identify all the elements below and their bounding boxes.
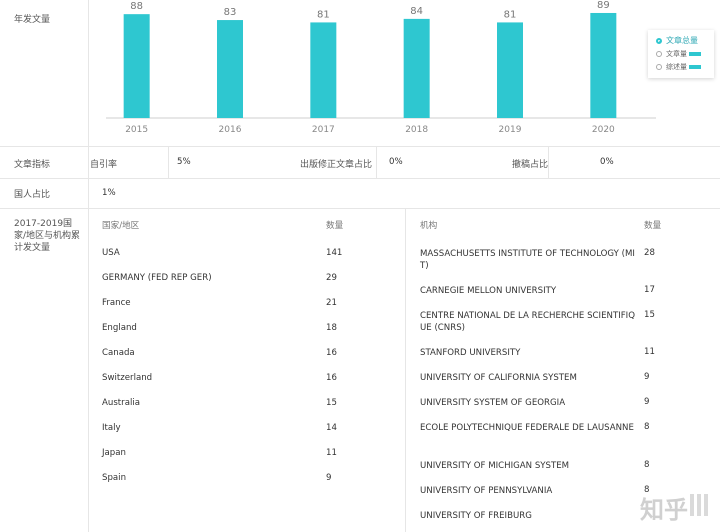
bar-2015[interactable] bbox=[123, 14, 150, 118]
bar-value-label: 83 bbox=[224, 7, 237, 18]
bar-2017[interactable] bbox=[310, 22, 337, 119]
country-name: Canada bbox=[102, 348, 135, 358]
bar-2016[interactable] bbox=[217, 20, 243, 119]
institution-count: 15 bbox=[644, 310, 655, 320]
radio-selected-icon bbox=[656, 37, 662, 44]
watermark-mark bbox=[690, 494, 694, 516]
institution-count: 11 bbox=[644, 347, 655, 357]
article-indicator-label: 文章指标 bbox=[14, 160, 51, 170]
legend-item-reviews[interactable]: 综述量 bbox=[656, 62, 701, 72]
self-citation-value: 5% bbox=[177, 157, 191, 167]
self-citation-label: 自引率 bbox=[90, 160, 118, 170]
correction-ratio-value: 0% bbox=[389, 157, 403, 167]
institution-name: UNIVERSITY OF FREIBURG bbox=[420, 511, 532, 521]
bar-2019[interactable] bbox=[497, 22, 523, 119]
institution-name: MASSACHUSETTS INSTITUTE OF TECHNOLOGY (M… bbox=[420, 249, 635, 271]
country-name: USA bbox=[102, 248, 120, 258]
country-name: Australia bbox=[102, 398, 141, 408]
annual-output-chart: 88 2015 83 2016 81 2017 84 2018 81 2019 89 2020 bbox=[106, 0, 656, 135]
institution-name: UNIVERSITY OF CALIFORNIA SYSTEM bbox=[420, 373, 577, 383]
institution-name: STANFORD UNIVERSITY bbox=[420, 348, 521, 358]
country-name: England bbox=[102, 323, 137, 333]
bar-value-label: 88 bbox=[130, 1, 143, 12]
watermark-mark bbox=[704, 494, 708, 516]
country-count: 16 bbox=[326, 373, 337, 383]
country-count: 9 bbox=[326, 473, 332, 483]
country-name: France bbox=[102, 298, 131, 308]
country-count: 14 bbox=[326, 423, 337, 433]
x-tick-label: 2015 bbox=[125, 125, 148, 135]
institution-name: UNIVERSITY OF PENNSYLVANIA bbox=[420, 486, 553, 496]
chart-legend: 文章总量 文章量 综述量 bbox=[648, 30, 714, 78]
country-count: 11 bbox=[326, 448, 337, 458]
institution-name: CENTRE NATIONAL DE LA RECHERCHE SCIENTIF… bbox=[420, 311, 635, 333]
institution-name: ECOLE POLYTECHNIQUE FEDERALE DE LAUSANNE bbox=[420, 423, 634, 433]
institution-count: 17 bbox=[644, 285, 655, 295]
legend-item-total[interactable]: 文章总量 bbox=[656, 35, 698, 46]
country-name: GERMANY (FED REP GER) bbox=[102, 273, 212, 283]
domestic-ratio-label: 国人占比 bbox=[14, 190, 51, 200]
institution-name: UNIVERSITY OF MICHIGAN SYSTEM bbox=[420, 461, 570, 471]
correction-ratio-label: 出版修正文章占比 bbox=[300, 160, 373, 170]
x-tick-label: 2020 bbox=[592, 125, 615, 135]
legend-label-articles: 文章量 bbox=[666, 50, 687, 58]
legend-item-articles[interactable]: 文章量 bbox=[656, 49, 701, 59]
country-column-header: 国家/地区 bbox=[102, 221, 140, 231]
x-tick-label: 2016 bbox=[219, 125, 242, 135]
zhihu-watermark: 知乎 bbox=[640, 496, 688, 524]
institution-count: 9 bbox=[644, 397, 650, 407]
institution-count: 9 bbox=[644, 372, 650, 382]
institution-count: 8 bbox=[644, 460, 650, 470]
collab-output-label: 2017-2019国家/地区与机构累计发文量 bbox=[14, 219, 81, 253]
bar-value-label: 89 bbox=[597, 0, 610, 11]
institution-count: 8 bbox=[644, 422, 650, 432]
domestic-ratio-value: 1% bbox=[102, 188, 116, 198]
country-count: 16 bbox=[326, 348, 337, 358]
country-count: 29 bbox=[326, 273, 337, 283]
legend-label-reviews: 综述量 bbox=[666, 63, 687, 71]
bar-2018[interactable] bbox=[403, 18, 430, 119]
annual-output-label: 年发文量 bbox=[14, 15, 51, 25]
x-tick-label: 2017 bbox=[312, 125, 335, 135]
retraction-ratio-value: 0% bbox=[600, 157, 614, 167]
country-name: Japan bbox=[102, 448, 126, 458]
country-count: 18 bbox=[326, 323, 337, 333]
x-tick-label: 2018 bbox=[405, 125, 428, 135]
bar-value-label: 84 bbox=[410, 6, 423, 17]
legend-swatch bbox=[689, 65, 701, 69]
bar-value-label: 81 bbox=[504, 9, 517, 20]
bar-value-label: 81 bbox=[317, 9, 330, 20]
bar-2020[interactable] bbox=[590, 12, 617, 119]
legend-swatch bbox=[689, 52, 701, 56]
institution-name: CARNEGIE MELLON UNIVERSITY bbox=[420, 286, 557, 296]
institution-count: 28 bbox=[644, 248, 655, 258]
radio-icon bbox=[656, 51, 662, 57]
country-name: Spain bbox=[102, 473, 127, 483]
country-count: 15 bbox=[326, 398, 337, 408]
country-count: 21 bbox=[326, 298, 337, 308]
x-tick-label: 2019 bbox=[499, 125, 522, 135]
country-count-header: 数量 bbox=[326, 221, 344, 231]
institution-count-header: 数量 bbox=[644, 221, 662, 231]
country-name: Switzerland bbox=[102, 373, 153, 383]
legend-label-total: 文章总量 bbox=[666, 36, 698, 45]
institution-name: UNIVERSITY SYSTEM OF GEORGIA bbox=[420, 398, 566, 408]
institution-column-header: 机构 bbox=[420, 221, 438, 231]
radio-icon bbox=[656, 64, 662, 70]
retraction-ratio-label: 撤稿占比 bbox=[512, 160, 549, 170]
watermark-mark bbox=[697, 494, 701, 516]
country-name: Italy bbox=[102, 423, 121, 433]
country-count: 141 bbox=[326, 248, 343, 258]
